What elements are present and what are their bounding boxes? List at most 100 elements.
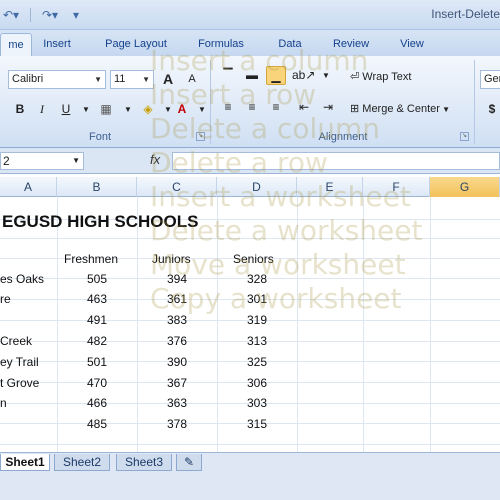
freshmen-value[interactable]: 470 xyxy=(57,373,107,393)
header-juniors[interactable]: Juniors xyxy=(152,249,191,269)
font-size-select[interactable]: 11 ▼ xyxy=(110,70,154,89)
school-name[interactable]: ey Trail xyxy=(0,352,39,372)
chevron-down-icon: ▼ xyxy=(439,105,451,114)
tab-review[interactable]: Review xyxy=(324,33,378,56)
align-left-icon[interactable]: ≡ xyxy=(218,98,238,117)
school-name[interactable]: es Oaks xyxy=(0,269,44,289)
bold-button[interactable]: B xyxy=(10,100,30,119)
header-seniors[interactable]: Seniors xyxy=(233,249,274,269)
font-name-select[interactable]: Calibri ▼ xyxy=(8,70,106,89)
chevron-down-icon: ▼ xyxy=(72,156,80,165)
name-box[interactable]: 2 ▼ xyxy=(0,152,84,170)
quick-access-toolbar: ↶▾ ↷▾ ▾ xyxy=(0,6,87,24)
align-bottom-icon[interactable]: ▁ xyxy=(266,66,286,85)
juniors-value[interactable]: 394 xyxy=(137,269,187,289)
column-header-f[interactable]: F xyxy=(363,177,430,197)
chevron-down-icon: ▼ xyxy=(142,75,150,84)
customize-toolbar-icon[interactable]: ▾ xyxy=(65,7,87,23)
sheet-title[interactable]: EGUSD HIGH SCHOOLS xyxy=(2,209,198,235)
seniors-value[interactable]: 306 xyxy=(217,373,267,393)
align-right-icon[interactable]: ≡ xyxy=(266,98,286,117)
tab-formulas[interactable]: Formulas xyxy=(190,33,252,56)
decrease-indent-icon[interactable]: ⇤ xyxy=(294,98,314,117)
font-color-button[interactable]: A xyxy=(172,100,192,119)
column-header-g[interactable]: G xyxy=(430,177,500,197)
align-middle-icon[interactable]: ▬ xyxy=(242,66,262,85)
seniors-value[interactable]: 325 xyxy=(217,352,267,372)
juniors-value[interactable]: 376 xyxy=(137,331,187,351)
align-center-icon[interactable]: ≡ xyxy=(242,98,262,117)
sheet-tab-1[interactable]: Sheet1 xyxy=(0,454,50,471)
dialog-launcher-icon[interactable]: ↘ xyxy=(460,132,469,141)
increase-indent-icon[interactable]: ⇥ xyxy=(318,98,338,117)
juniors-value[interactable]: 361 xyxy=(137,289,187,309)
insert-function-button[interactable]: fx xyxy=(150,152,160,167)
column-header-d[interactable]: D xyxy=(217,177,297,197)
formula-input[interactable] xyxy=(172,152,500,170)
wrap-text-button[interactable]: ⏎ Wrap Text xyxy=(350,68,411,87)
school-name[interactable]: Creek xyxy=(0,331,32,351)
sheet-tab-3[interactable]: Sheet3 xyxy=(116,454,172,471)
freshmen-value[interactable]: 482 xyxy=(57,331,107,351)
grow-font-button[interactable]: A xyxy=(158,70,178,89)
header-freshmen[interactable]: Freshmen xyxy=(64,249,118,269)
italic-button[interactable]: I xyxy=(32,100,52,119)
orientation-icon[interactable]: ab↗ xyxy=(292,66,315,85)
seniors-value[interactable]: 301 xyxy=(217,289,267,309)
formula-bar: 2 ▼ fx xyxy=(0,148,500,174)
dialog-launcher-icon[interactable]: ↘ xyxy=(196,132,205,141)
seniors-value[interactable]: 328 xyxy=(217,269,267,289)
seniors-value[interactable]: 303 xyxy=(217,393,267,413)
tab-view[interactable]: View xyxy=(390,33,434,56)
underline-dropdown-icon[interactable]: ▼ xyxy=(76,100,96,119)
orientation-dropdown-icon[interactable]: ▼ xyxy=(316,66,336,85)
freshmen-value[interactable]: 491 xyxy=(57,310,107,330)
number-format-select[interactable]: Ger xyxy=(480,70,500,89)
school-name[interactable]: re xyxy=(0,289,11,309)
freshmen-value[interactable]: 485 xyxy=(57,414,107,434)
worksheet-grid[interactable]: EGUSD HIGH SCHOOLS Freshmen Juniors Seni… xyxy=(0,197,500,475)
tab-insert[interactable]: Insert xyxy=(36,33,78,56)
shrink-font-button[interactable]: A xyxy=(182,70,202,89)
borders-dropdown-icon[interactable]: ▼ xyxy=(118,100,138,119)
juniors-value[interactable]: 367 xyxy=(137,373,187,393)
freshmen-value[interactable]: 466 xyxy=(57,393,107,413)
merge-icon: ⊞ xyxy=(350,103,363,115)
chevron-down-icon: ▼ xyxy=(94,75,102,84)
borders-icon[interactable]: ▦ xyxy=(96,100,116,119)
freshmen-value[interactable]: 501 xyxy=(57,352,107,372)
seniors-value[interactable]: 313 xyxy=(217,331,267,351)
font-name-value: Calibri xyxy=(12,73,44,85)
column-headers: A B C D E F G xyxy=(0,177,500,197)
school-name[interactable]: t Grove xyxy=(0,373,39,393)
align-top-icon[interactable]: ▔ xyxy=(218,66,238,85)
font-color-dropdown-icon[interactable]: ▼ xyxy=(192,100,212,119)
merge-center-button[interactable]: ⊞ Merge & Center ▼ xyxy=(350,100,450,119)
tab-page-layout[interactable]: Page Layout xyxy=(96,33,176,56)
seniors-value[interactable]: 319 xyxy=(217,310,267,330)
freshmen-value[interactable]: 505 xyxy=(57,269,107,289)
juniors-value[interactable]: 378 xyxy=(137,414,187,434)
tab-data[interactable]: Data xyxy=(270,33,310,56)
undo-icon[interactable]: ↶▾ xyxy=(0,7,22,23)
juniors-value[interactable]: 390 xyxy=(137,352,187,372)
sheet-tab-strip: Sheet1 Sheet2 Sheet3 ✎ xyxy=(0,452,500,500)
seniors-value[interactable]: 315 xyxy=(217,414,267,434)
font-group-label: Font xyxy=(88,131,111,143)
redo-icon[interactable]: ↷▾ xyxy=(39,7,61,23)
sheet-tab-2[interactable]: Sheet2 xyxy=(54,454,110,471)
freshmen-value[interactable]: 463 xyxy=(57,289,107,309)
currency-button[interactable]: $ xyxy=(482,100,500,119)
column-header-a[interactable]: A xyxy=(0,177,57,197)
column-header-c[interactable]: C xyxy=(137,177,217,197)
juniors-value[interactable]: 383 xyxy=(137,310,187,330)
tab-home[interactable]: me xyxy=(0,33,32,56)
school-name[interactable]: n xyxy=(0,393,7,413)
insert-sheet-icon[interactable]: ✎ xyxy=(176,454,202,471)
column-header-b[interactable]: B xyxy=(57,177,137,197)
alignment-group-label: Alignment xyxy=(318,131,368,143)
underline-button[interactable]: U xyxy=(56,100,76,119)
fill-color-icon[interactable]: ◈ xyxy=(138,100,158,119)
juniors-value[interactable]: 363 xyxy=(137,393,187,413)
column-header-e[interactable]: E xyxy=(297,177,363,197)
